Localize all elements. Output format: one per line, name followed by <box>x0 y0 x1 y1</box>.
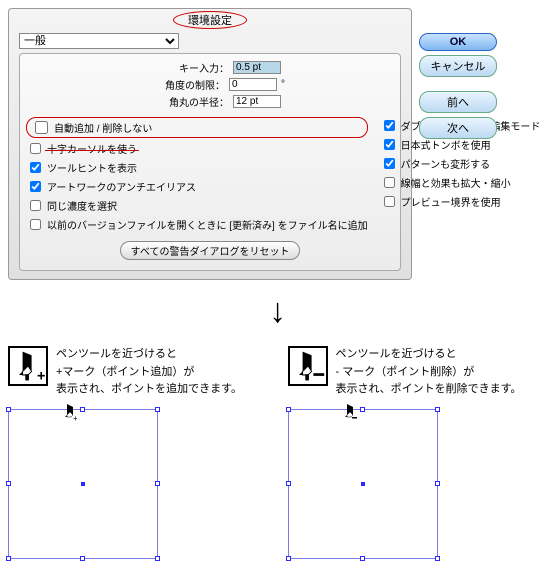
selection-rect-add: + <box>8 409 158 559</box>
text-line: ペンツールを近づけると <box>56 346 242 364</box>
checkbox-jp-crop[interactable] <box>384 139 395 150</box>
checkbox-label: パターンも変形する <box>401 156 491 171</box>
general-group: キー入力： 角度の制限： ° 角丸の半径： 自動追加 / 削除しない <box>19 53 401 271</box>
checkbox-scale-stroke[interactable] <box>384 177 395 188</box>
input-corner-radius[interactable] <box>233 95 281 108</box>
checkbox-auto-add-delete[interactable] <box>35 121 48 134</box>
chk-preview-bounds: プレビュー境界を使用 <box>380 193 541 210</box>
text-line: ペンツールを近づけると <box>336 346 522 364</box>
down-arrow-icon: ↓ <box>0 294 555 328</box>
chk-auto-add-delete: 自動追加 / 削除しない <box>26 117 368 138</box>
field-corner-radius: 角丸の半径： <box>139 94 281 109</box>
text-line: - マーク（ポイント削除）が <box>336 364 522 382</box>
pen-add-icon: + <box>8 346 48 386</box>
text-line: 表示され、ポイントを追加できます。 <box>56 381 242 399</box>
checkbox-label: アートワークのアンチエイリアス <box>47 179 196 194</box>
preferences-dialog: 環境設定 一般 キー入力： 角度の制限： ° 角丸の半径： <box>8 8 412 280</box>
chk-antialias: アートワークのアンチエイリアス <box>26 178 368 195</box>
checkbox-antialias[interactable] <box>30 181 41 192</box>
chk-pattern-transform: パターンも変形する <box>380 155 541 172</box>
dialog-title-row: 環境設定 <box>9 9 411 31</box>
checkbox-legacy-filename[interactable] <box>30 219 41 230</box>
example-add-text: ペンツールを近づけると +マーク（ポイント追加）が 表示され、ポイントを追加でき… <box>56 346 242 399</box>
spacer <box>419 81 497 87</box>
cancel-button[interactable]: キャンセル <box>419 55 497 77</box>
example-add: + ペンツールを近づけると +マーク（ポイント追加）が 表示され、ポイントを追加… <box>8 346 268 559</box>
example-del: ペンツールを近づけると - マーク（ポイント削除）が 表示され、ポイントを削除で… <box>288 346 548 559</box>
label-angle-limit: 角度の制限： <box>135 77 225 92</box>
svg-text:+: + <box>37 368 45 384</box>
input-key-input[interactable] <box>233 61 281 74</box>
checkbox-label: 同じ濃度を選択 <box>47 198 117 213</box>
field-key-input: キー入力： <box>139 60 281 75</box>
checkbox-label: プレビュー境界を使用 <box>401 194 501 209</box>
unit-angle-limit: ° <box>281 79 285 90</box>
chk-tooltips: ツールヒントを表示 <box>26 159 368 176</box>
checkbox-tooltips[interactable] <box>30 162 41 173</box>
checkbox-label: ツールヒントを表示 <box>47 160 137 175</box>
checkbox-dblclick-edit[interactable] <box>384 120 395 131</box>
checkbox-col-left: 自動追加 / 削除しない 十字カーソルを使う ツールヒントを表示 アートワークの… <box>26 117 368 233</box>
checkbox-label: 以前のバージョンファイルを開くときに [更新済み] をファイル名に追加 <box>47 217 368 232</box>
svg-text:+: + <box>73 414 77 422</box>
label-corner-radius: 角丸の半径： <box>139 94 229 109</box>
examples-row: + ペンツールを近づけると +マーク（ポイント追加）が 表示され、ポイントを追加… <box>8 346 547 559</box>
dialog-buttons: OK キャンセル 前へ 次へ <box>419 33 497 139</box>
dialog-title: 環境設定 <box>173 11 247 29</box>
checkbox-label: 十字カーソルを使う <box>47 141 137 156</box>
pen-cursor-add-icon: + <box>61 404 77 425</box>
text-line: +マーク（ポイント追加）が <box>56 364 242 382</box>
checkbox-preview-bounds[interactable] <box>384 196 395 207</box>
checkbox-label: 線幅と効果も拡大・縮小 <box>401 175 511 190</box>
checkbox-same-density[interactable] <box>30 200 41 211</box>
pen-cursor-del-icon <box>341 404 357 425</box>
checkbox-label: 日本式トンボを使用 <box>401 137 491 152</box>
ok-button[interactable]: OK <box>419 33 497 51</box>
checkbox-columns: 自動追加 / 削除しない 十字カーソルを使う ツールヒントを表示 アートワークの… <box>26 117 394 233</box>
section-dropdown[interactable]: 一般 <box>19 33 179 49</box>
selection-rect-del <box>288 409 438 559</box>
label-key-input: キー入力： <box>139 60 229 75</box>
example-del-text: ペンツールを近づけると - マーク（ポイント削除）が 表示され、ポイントを削除で… <box>336 346 522 399</box>
checkbox-cross-cursor[interactable] <box>30 143 41 154</box>
chk-legacy-filename: 以前のバージョンファイルを開くときに [更新済み] をファイル名に追加 <box>26 216 368 233</box>
reset-row: すべての警告ダイアログをリセット <box>26 241 394 260</box>
next-button[interactable]: 次へ <box>419 117 497 139</box>
reset-warnings-button[interactable]: すべての警告ダイアログをリセット <box>120 241 301 260</box>
checkbox-label: 自動追加 / 削除しない <box>54 120 152 135</box>
input-angle-limit[interactable] <box>229 78 277 91</box>
checkbox-pattern-transform[interactable] <box>384 158 395 169</box>
prev-button[interactable]: 前へ <box>419 91 497 113</box>
field-angle-limit: 角度の制限： ° <box>135 77 285 92</box>
chk-scale-stroke: 線幅と効果も拡大・縮小 <box>380 174 541 191</box>
chk-same-density: 同じ濃度を選択 <box>26 197 368 214</box>
pen-delete-icon <box>288 346 328 386</box>
text-line: 表示され、ポイントを削除できます。 <box>336 381 522 399</box>
section-select-row: 一般 <box>19 33 401 49</box>
chk-cross-cursor: 十字カーソルを使う <box>26 140 368 157</box>
